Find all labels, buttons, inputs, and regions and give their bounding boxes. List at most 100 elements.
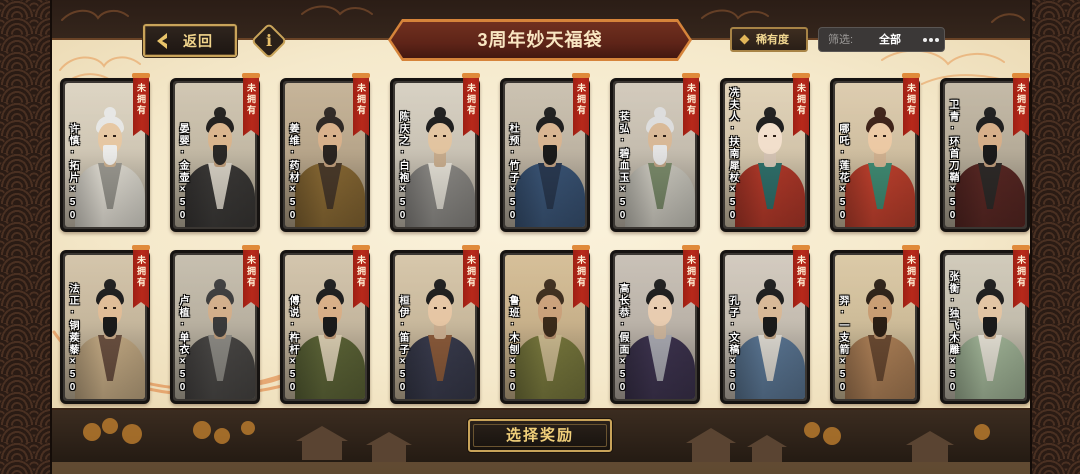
card-item-label: 孔子·文稿×50 [727, 295, 738, 395]
ribbon-cap [1012, 73, 1030, 78]
ribbon-status-text: 未拥有 [136, 83, 146, 116]
card-item-label: 鲁班·木刨×50 [507, 295, 518, 395]
reward-card[interactable]: 孔子·文稿×50 未拥有 [720, 245, 810, 404]
reward-card[interactable]: 哪吒·莲花×50 未拥有 [830, 73, 920, 232]
card-item-label: 卢植·单衣×50 [177, 295, 188, 395]
ribbon-status-text: 未拥有 [576, 255, 586, 288]
ribbon-cap [572, 245, 590, 250]
reward-card[interactable]: 法正·铜蒺藜×50 未拥有 [60, 245, 150, 404]
rarity-label: 稀有度 [756, 34, 789, 46]
not-owned-ribbon: 未拥有 [243, 248, 259, 308]
card-item-label: 许慎·拓片×50 [67, 123, 78, 223]
reward-card[interactable]: 桓伊·笛子×50 未拥有 [390, 245, 480, 404]
ribbon-cap [242, 73, 260, 78]
not-owned-ribbon: 未拥有 [133, 248, 149, 308]
card-item-label: 晏婴·金壶×50 [177, 123, 188, 223]
card-item-label: 羿·一支箭×50 [837, 295, 848, 395]
more-dots-icon[interactable] [923, 38, 939, 42]
not-owned-ribbon: 未拥有 [463, 248, 479, 308]
select-reward-label: 选择奖励 [505, 427, 574, 444]
not-owned-ribbon: 未拥有 [1013, 76, 1029, 136]
ribbon-cap [792, 73, 810, 78]
ribbon-status-text: 未拥有 [906, 255, 916, 288]
ribbon-status-text: 未拥有 [246, 255, 256, 288]
not-owned-ribbon: 未拥有 [683, 248, 699, 308]
card-item-label: 张衡·独飞木雕×50 [947, 271, 958, 395]
card-item-label: 苌弘·碧血玉×50 [617, 111, 628, 223]
card-item-label: 法正·铜蒺藜×50 [67, 283, 78, 395]
ribbon-cap [462, 73, 480, 78]
ribbon-status-text: 未拥有 [1016, 255, 1026, 288]
ribbon-status-text: 未拥有 [136, 255, 146, 288]
card-item-label: 傅说·杵杆×50 [287, 295, 298, 395]
reward-card[interactable]: 姜维·药材×50 未拥有 [280, 73, 370, 232]
info-button[interactable]: i [250, 22, 288, 60]
ribbon-cap [902, 73, 920, 78]
card-item-label: 桓伊·笛子×50 [397, 295, 408, 395]
ribbon-cap [682, 245, 700, 250]
ribbon-status-text: 未拥有 [796, 255, 806, 288]
reward-card[interactable]: 许慎·拓片×50 未拥有 [60, 73, 150, 232]
not-owned-ribbon: 未拥有 [793, 248, 809, 308]
not-owned-ribbon: 未拥有 [353, 76, 369, 136]
ribbon-cap [352, 245, 370, 250]
info-icon: i [265, 31, 273, 50]
not-owned-ribbon: 未拥有 [903, 76, 919, 136]
ribbon-status-text: 未拥有 [466, 83, 476, 116]
dot [935, 38, 939, 42]
dot [929, 38, 933, 42]
wave-pattern-right [1030, 0, 1080, 474]
card-item-label: 卫青·环首刀鞘×50 [947, 99, 958, 223]
reward-card[interactable]: 张衡·独飞木雕×50 未拥有 [940, 245, 1030, 404]
ribbon-cap [682, 73, 700, 78]
ribbon-status-text: 未拥有 [906, 83, 916, 116]
rarity-sort-button[interactable]: 稀有度 [730, 27, 808, 52]
not-owned-ribbon: 未拥有 [463, 76, 479, 136]
select-reward-button[interactable]: 选择奖励 [468, 419, 612, 452]
ribbon-cap [132, 73, 150, 78]
filter-dropdown[interactable]: 筛选: 全部 [818, 27, 945, 52]
card-item-label: 高长恭·假面×50 [617, 283, 628, 395]
card-item-label: 杜预·竹子×50 [507, 123, 518, 223]
chevron-left-icon [157, 33, 167, 49]
ribbon-status-text: 未拥有 [356, 83, 366, 116]
not-owned-ribbon: 未拥有 [683, 76, 699, 136]
ribbon-cap [792, 245, 810, 250]
diamond-icon [739, 34, 750, 45]
reward-card[interactable]: 羿·一支箭×50 未拥有 [830, 245, 920, 404]
reward-card[interactable]: 苌弘·碧血玉×50 未拥有 [610, 73, 700, 232]
reward-card[interactable]: 卢植·单衣×50 未拥有 [170, 245, 260, 404]
reward-card[interactable]: 晏婴·金壶×50 未拥有 [170, 73, 260, 232]
reward-card-grid: 许慎·拓片×50 未拥有 晏婴·金壶×50 未拥有 姜维·药材×50 未拥有 陈… [60, 73, 1030, 404]
ribbon-cap [572, 73, 590, 78]
not-owned-ribbon: 未拥有 [1013, 248, 1029, 308]
filter-label: 筛选: [828, 34, 854, 46]
ribbon-status-text: 未拥有 [466, 255, 476, 288]
ribbon-cap [462, 245, 480, 250]
reward-card[interactable]: 高长恭·假面×50 未拥有 [610, 245, 700, 404]
back-button[interactable]: 返回 [143, 24, 237, 57]
reward-card[interactable]: 陈庆之·白袍×50 未拥有 [390, 73, 480, 232]
ribbon-cap [1012, 245, 1030, 250]
not-owned-ribbon: 未拥有 [573, 76, 589, 136]
reward-card[interactable]: 鲁班·木刨×50 未拥有 [500, 245, 590, 404]
card-item-label: 陈庆之·白袍×50 [397, 111, 408, 223]
page-title: 3周年妙天福袋 [477, 30, 603, 50]
wave-pattern-left [0, 0, 52, 474]
ribbon-status-text: 未拥有 [686, 255, 696, 288]
ribbon-status-text: 未拥有 [576, 83, 586, 116]
not-owned-ribbon: 未拥有 [793, 76, 809, 136]
not-owned-ribbon: 未拥有 [573, 248, 589, 308]
dot [923, 38, 927, 42]
reward-card[interactable]: 杜预·竹子×50 未拥有 [500, 73, 590, 232]
reward-card[interactable]: 傅说·杵杆×50 未拥有 [280, 245, 370, 404]
ribbon-status-text: 未拥有 [246, 83, 256, 116]
lucky-bag-screen: 返回 i 3周年妙天福袋 稀有度 筛选: 全部 许慎·拓片×50 未拥有 晏婴·… [0, 0, 1080, 474]
ribbon-cap [242, 245, 260, 250]
reward-card[interactable]: 卫青·环首刀鞘×50 未拥有 [940, 73, 1030, 232]
ribbon-status-text: 未拥有 [1016, 83, 1026, 116]
filter-value: 全部 [879, 34, 901, 46]
reward-card[interactable]: 冼夫人·扶南犀杖×50 未拥有 [720, 73, 810, 232]
not-owned-ribbon: 未拥有 [353, 248, 369, 308]
not-owned-ribbon: 未拥有 [133, 76, 149, 136]
